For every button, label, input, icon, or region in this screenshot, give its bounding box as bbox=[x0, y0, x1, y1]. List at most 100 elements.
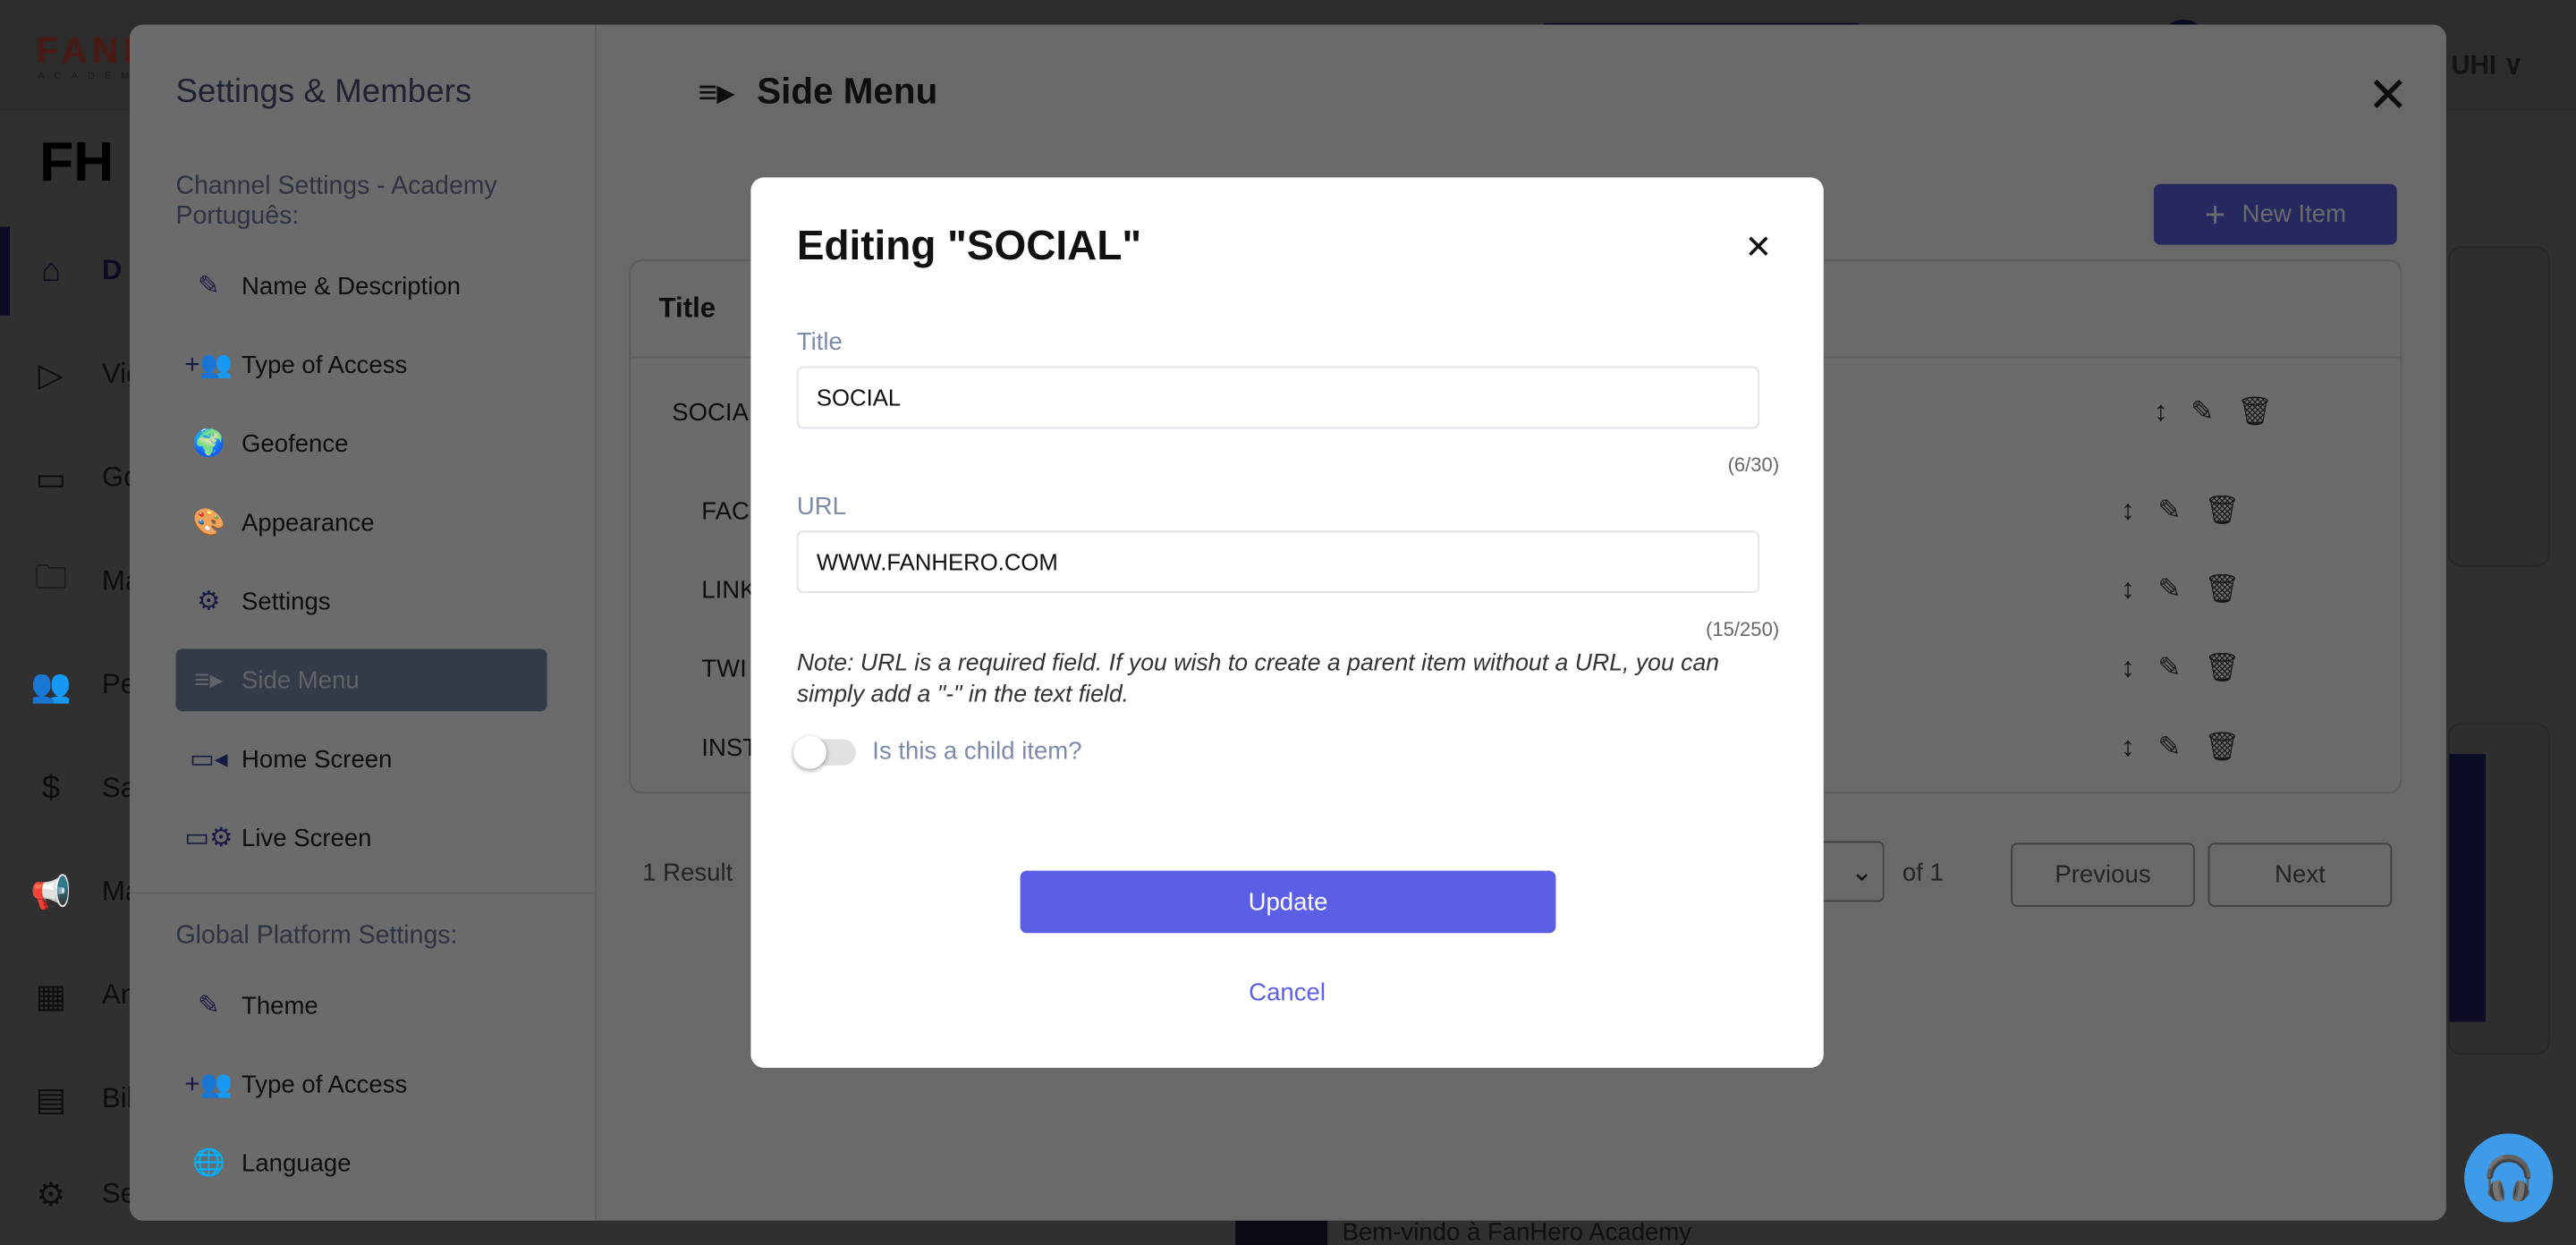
update-button[interactable]: Update bbox=[1020, 870, 1556, 934]
title-input[interactable] bbox=[796, 366, 1760, 429]
nav-item-label: D bbox=[101, 254, 123, 286]
settings-item[interactable]: +👥 Type of Access bbox=[176, 1053, 547, 1115]
help-support-button[interactable]: 🎧 bbox=[2464, 1133, 2554, 1223]
background-card bbox=[2447, 246, 2550, 567]
palette-icon: 🎨 bbox=[191, 509, 225, 538]
url-char-count: (15/250) bbox=[1706, 617, 1780, 641]
user-menu[interactable]: UHI ∨ bbox=[2451, 49, 2522, 82]
play-circle-icon: ▷ bbox=[38, 357, 64, 394]
page-total: of 1 bbox=[1902, 859, 1944, 887]
chevron-down-icon: ⌄ bbox=[1851, 858, 1873, 886]
child-item-label: Is this a child item? bbox=[872, 737, 1082, 766]
settings-item-label: Side Menu bbox=[241, 665, 360, 695]
edit-icon[interactable]: ✎ bbox=[2158, 731, 2182, 764]
chevron-down-icon: ∨ bbox=[2504, 52, 2523, 80]
fh-logo: FH bbox=[39, 131, 114, 194]
divider bbox=[130, 892, 595, 894]
video-title: Bem-vindo à FanHero Academy bbox=[1342, 1218, 1692, 1245]
settings-item-label: Type of Access bbox=[241, 351, 408, 379]
settings-item[interactable]: 🌐 Language bbox=[176, 1132, 547, 1195]
reorder-icon[interactable]: ↕ bbox=[2121, 495, 2135, 528]
table-row-title: INST bbox=[701, 734, 758, 763]
home-icon: ⌂ bbox=[40, 251, 62, 289]
edit-icon[interactable]: ✎ bbox=[2158, 495, 2182, 528]
delete-icon[interactable]: 🗑 bbox=[2204, 495, 2240, 528]
previous-button[interactable]: Previous bbox=[2011, 843, 2195, 907]
globe-grid-icon: 🌐 bbox=[191, 1149, 225, 1178]
close-panel-button[interactable]: ✕ bbox=[2368, 67, 2409, 124]
row-actions: ↕ ✎ 🗑 bbox=[2121, 573, 2240, 606]
cancel-button[interactable]: Cancel bbox=[750, 979, 1823, 1007]
delete-icon[interactable]: 🗑 bbox=[2204, 573, 2240, 606]
toggle-knob bbox=[793, 735, 826, 769]
url-note: Note: URL is a required field. If you wi… bbox=[796, 650, 1720, 708]
settings-title: Settings & Members bbox=[175, 73, 472, 111]
tv-play-icon: ▭ bbox=[35, 461, 67, 497]
page-title: ≡▸ Side Menu bbox=[699, 71, 938, 114]
settings-item[interactable]: ≡▸ Side Menu bbox=[175, 648, 547, 712]
background-card bbox=[2447, 723, 2550, 1055]
screen-gear-icon: ▭⚙ bbox=[184, 825, 233, 853]
settings-item[interactable]: +👥 Type of Access bbox=[176, 334, 547, 396]
gear-icon: ⚙ bbox=[197, 588, 221, 616]
reorder-icon[interactable]: ↕ bbox=[2121, 573, 2135, 606]
settings-item[interactable]: ⚙ Settings bbox=[176, 570, 547, 632]
delete-icon[interactable]: 🗑 bbox=[2237, 396, 2273, 429]
settings-item-label: Language bbox=[241, 1148, 352, 1178]
settings-item[interactable]: ✎ Name & Description bbox=[176, 255, 547, 318]
user-name: UHI bbox=[2451, 52, 2497, 80]
settings-item-label: Home Screen bbox=[241, 744, 393, 774]
table-row-title: FAC bbox=[701, 497, 750, 526]
global-settings-heading: Global Platform Settings: bbox=[175, 921, 458, 950]
new-item-label: New Item bbox=[2241, 200, 2347, 229]
row-actions: ↕ ✎ 🗑 bbox=[2154, 396, 2273, 429]
app: FANHERO ACADEMY FH UHI ∨ ⌂ D ▷ Vid ▭ Go … bbox=[0, 0, 2576, 1245]
video-thumbnail bbox=[1235, 1220, 1328, 1245]
playlist-icon: ≡▸ bbox=[698, 74, 734, 111]
settings-item-label: Live Screen bbox=[241, 824, 372, 852]
plus-icon: + bbox=[2204, 192, 2226, 234]
gear-icon: ⚙ bbox=[36, 1177, 66, 1214]
pencil-icon: ✎ bbox=[197, 272, 220, 301]
settings-item[interactable]: ▭◂ Home Screen bbox=[176, 728, 547, 791]
result-count: 1 Result bbox=[642, 859, 733, 887]
settings-item[interactable]: ▭⚙ Live Screen bbox=[176, 807, 547, 869]
child-item-toggle[interactable] bbox=[793, 735, 856, 769]
settings-item-label: Appearance bbox=[241, 508, 375, 537]
url-input[interactable] bbox=[796, 530, 1760, 594]
page-title-text: Side Menu bbox=[757, 70, 938, 112]
title-char-count: (6/30) bbox=[1727, 453, 1780, 477]
settings-item-label: Geofence bbox=[241, 429, 349, 458]
table-row-title: LINK bbox=[701, 576, 757, 605]
edit-icon[interactable]: ✎ bbox=[2190, 396, 2214, 429]
edit-item-modal: Editing "SOCIAL" ✕ Title (6/30) URL (15/… bbox=[750, 177, 1824, 1068]
nav-active-indicator bbox=[0, 226, 11, 316]
analytics-icon: ▦ bbox=[35, 978, 67, 1015]
people-icon: 👥 bbox=[30, 667, 72, 705]
settings-item-label: Type of Access bbox=[241, 1070, 408, 1098]
nav-item-label: Bil bbox=[101, 1082, 133, 1114]
settings-item[interactable]: 🌍 Geofence bbox=[176, 412, 547, 475]
billing-icon: ▤ bbox=[35, 1081, 67, 1118]
next-button[interactable]: Next bbox=[2207, 843, 2393, 907]
new-item-button[interactable]: + New Item bbox=[2153, 183, 2397, 245]
reorder-icon[interactable]: ↕ bbox=[2154, 396, 2168, 429]
row-actions: ↕ ✎ 🗑 bbox=[2121, 495, 2240, 528]
settings-item-label: Name & Description bbox=[241, 271, 462, 301]
edit-icon[interactable]: ✎ bbox=[2158, 573, 2182, 606]
settings-item[interactable]: ✎ Theme bbox=[176, 974, 547, 1037]
megaphone-icon: 📢 bbox=[30, 875, 72, 911]
reorder-icon[interactable]: ↕ bbox=[2121, 731, 2135, 764]
close-icon[interactable]: ✕ bbox=[1745, 226, 1773, 267]
reorder-icon[interactable]: ↕ bbox=[2121, 652, 2135, 685]
folder-gear-icon: 🗀 bbox=[34, 560, 68, 597]
settings-item-label: Theme bbox=[241, 991, 318, 1020]
globe-icon: 🌍 bbox=[191, 430, 225, 459]
delete-icon[interactable]: 🗑 bbox=[2204, 652, 2240, 685]
edit-icon[interactable]: ✎ bbox=[2158, 652, 2182, 685]
add-group-icon: +👥 bbox=[184, 1071, 233, 1099]
table-row-title: TWI bbox=[701, 655, 747, 684]
delete-icon[interactable]: 🗑 bbox=[2204, 731, 2240, 764]
settings-item[interactable]: 🎨 Appearance bbox=[176, 491, 547, 554]
settings-sidebar: Settings & Members Channel Settings - Ac… bbox=[130, 24, 597, 1221]
